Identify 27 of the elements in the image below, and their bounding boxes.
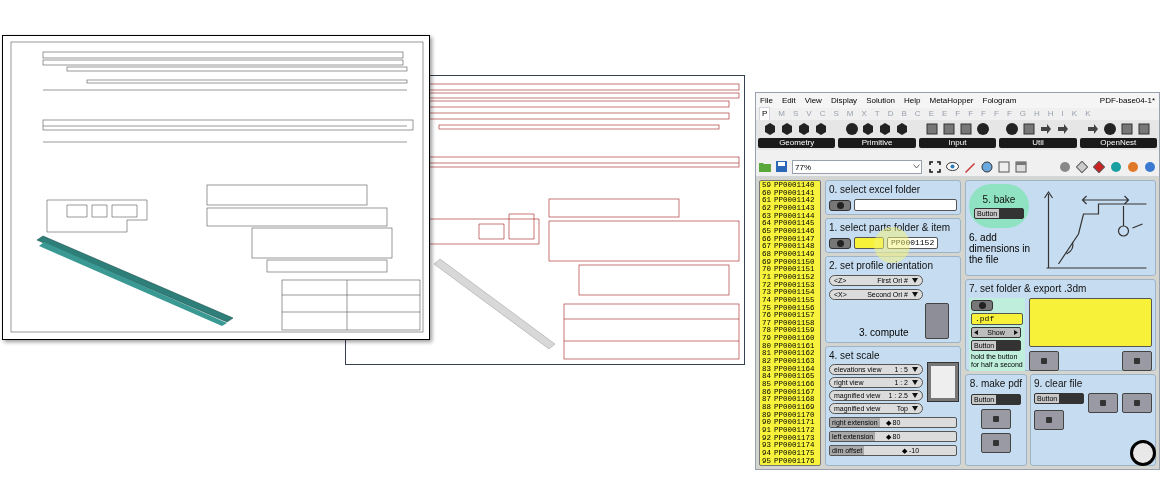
- text-panel[interactable]: .pdf: [971, 313, 1023, 325]
- menu-item[interactable]: File: [760, 94, 773, 107]
- group-title: 8. make pdf: [969, 378, 1023, 390]
- ribbon-group-label[interactable]: Geometry: [758, 138, 836, 148]
- menu-item[interactable]: Fologram: [982, 94, 1017, 107]
- menu-item[interactable]: Help: [904, 94, 921, 107]
- group-title: 9. clear file: [1034, 378, 1084, 390]
- window-title: PDF-base04-1*: [1099, 94, 1155, 107]
- menu-item[interactable]: View: [804, 94, 822, 107]
- group-title: 7. set folder & export .3dm: [969, 283, 1088, 295]
- group-title: 3. compute: [858, 327, 909, 339]
- menu-item[interactable]: MetaHopper: [929, 94, 974, 107]
- group-title: 6. add dimensions in the file: [969, 232, 1032, 265]
- group-title: 5. bake: [982, 193, 1016, 206]
- ribbon-group-label[interactable]: OpenNest: [1079, 138, 1158, 148]
- group-title: 2. set profile orientation: [829, 260, 934, 272]
- menu-item[interactable]: Display: [830, 94, 858, 107]
- group-title: 4. set scale: [829, 350, 881, 362]
- menu-item[interactable]: Solution: [866, 94, 896, 107]
- group-title: 1. select parts folder & item: [829, 222, 952, 234]
- ribbon-group-label[interactable]: Input: [918, 138, 997, 148]
- group-title: 0. select excel folder: [829, 184, 922, 196]
- ribbon-group-label[interactable]: Util: [999, 138, 1077, 148]
- ribbon-group-label[interactable]: Primitive: [838, 138, 916, 148]
- text-panel[interactable]: PP0001152: [887, 237, 939, 249]
- zoom-field[interactable]: 77%: [792, 159, 922, 174]
- menu-item[interactable]: Edit: [781, 94, 796, 107]
